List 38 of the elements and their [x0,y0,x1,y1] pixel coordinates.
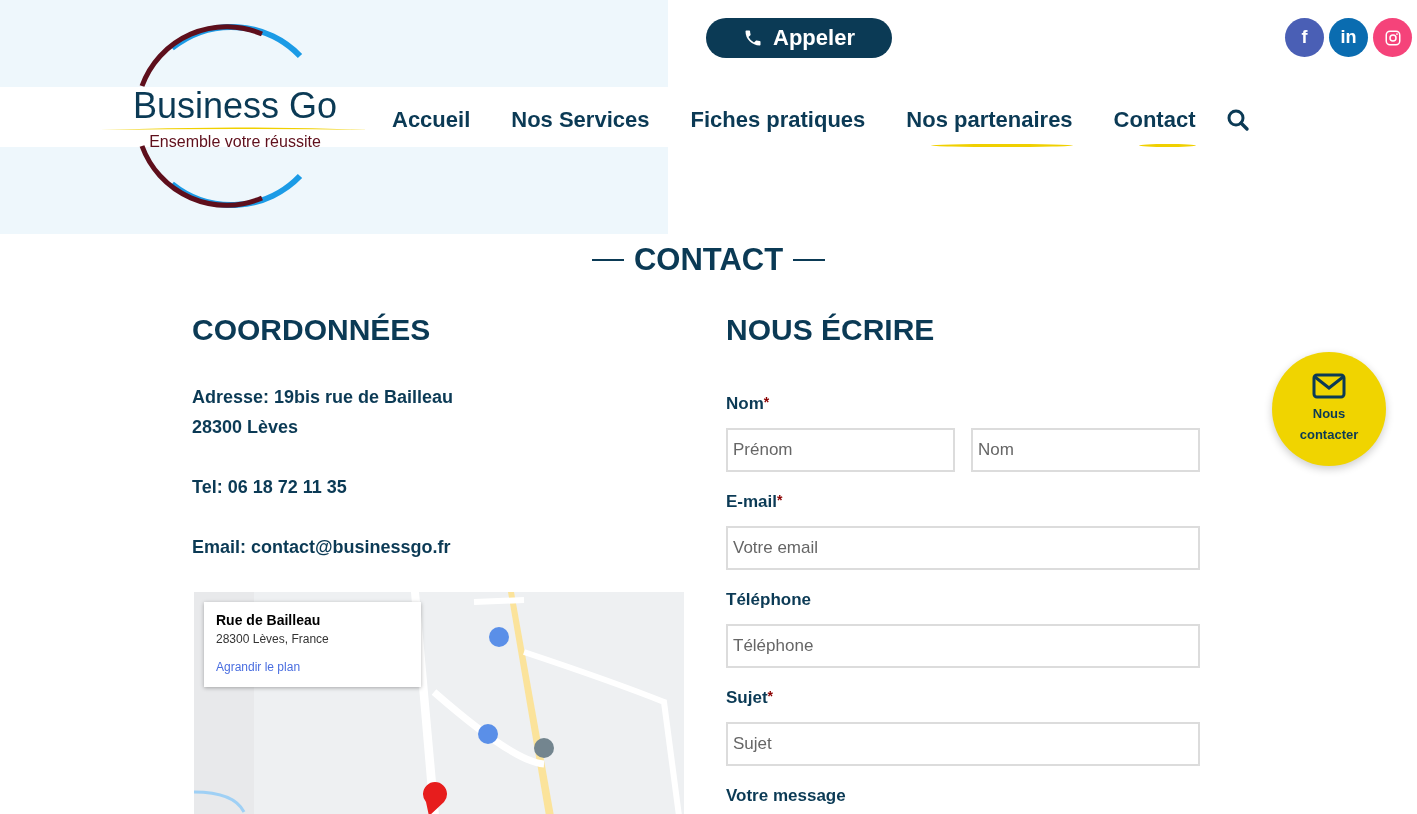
nav-link[interactable]: Nos partenaires [906,107,1073,147]
search-icon[interactable] [1225,108,1250,132]
contact-float-button[interactable]: Nous contacter [1272,352,1386,466]
nav-link[interactable]: Accueil [392,107,471,147]
nav-link[interactable]: Fiches pratiques [690,107,866,147]
call-button[interactable]: Appeler [706,18,892,58]
required-mark: * [763,394,770,412]
phone-icon [743,28,764,48]
input-field[interactable]: Votre email [726,526,1200,570]
field-label: Téléphone [726,590,811,611]
address-text: Adresse: 19bis rue de Bailleau 28300 Lèves [192,386,455,439]
phone-text: Tel: 06 18 72 11 35 [192,476,348,499]
email-text: Email: contact@businessgo.fr [192,536,452,559]
camera-icon [1383,28,1402,47]
logo-name: Business Go [132,86,338,126]
input-field[interactable]: Téléphone [726,624,1200,668]
logo-tagline: Ensemble votre réussite [149,132,321,152]
enlarge-map-link[interactable]: Agrandir le plan [216,660,409,674]
nav-link[interactable]: Contact [1113,107,1196,147]
field-label: Sujet [726,688,768,709]
section-heading: NOUS ÉCRIRE [726,312,936,348]
field-label: Votre message [726,786,846,807]
input-field[interactable]: Prénom [726,428,955,472]
nav-link[interactable]: Nos Services [511,107,650,147]
section-heading: COORDONNÉES [192,312,432,348]
input-field[interactable]: Nom [971,428,1200,472]
social-link[interactable]: in [1329,18,1368,57]
page-title: CONTACT [633,242,784,278]
social-link[interactable]: f [1285,18,1324,57]
field-label: E-mail [726,492,778,513]
place-name: Rue de Bailleau [216,612,322,628]
camera-link[interactable] [1373,18,1412,57]
required-mark: * [767,688,773,704]
envelope-icon [1312,373,1346,399]
required-mark: * [777,492,783,510]
field-label: Nom [726,394,764,415]
input-field[interactable]: Sujet [726,722,1200,766]
place-address: 28300 Lèves, France [216,632,330,646]
